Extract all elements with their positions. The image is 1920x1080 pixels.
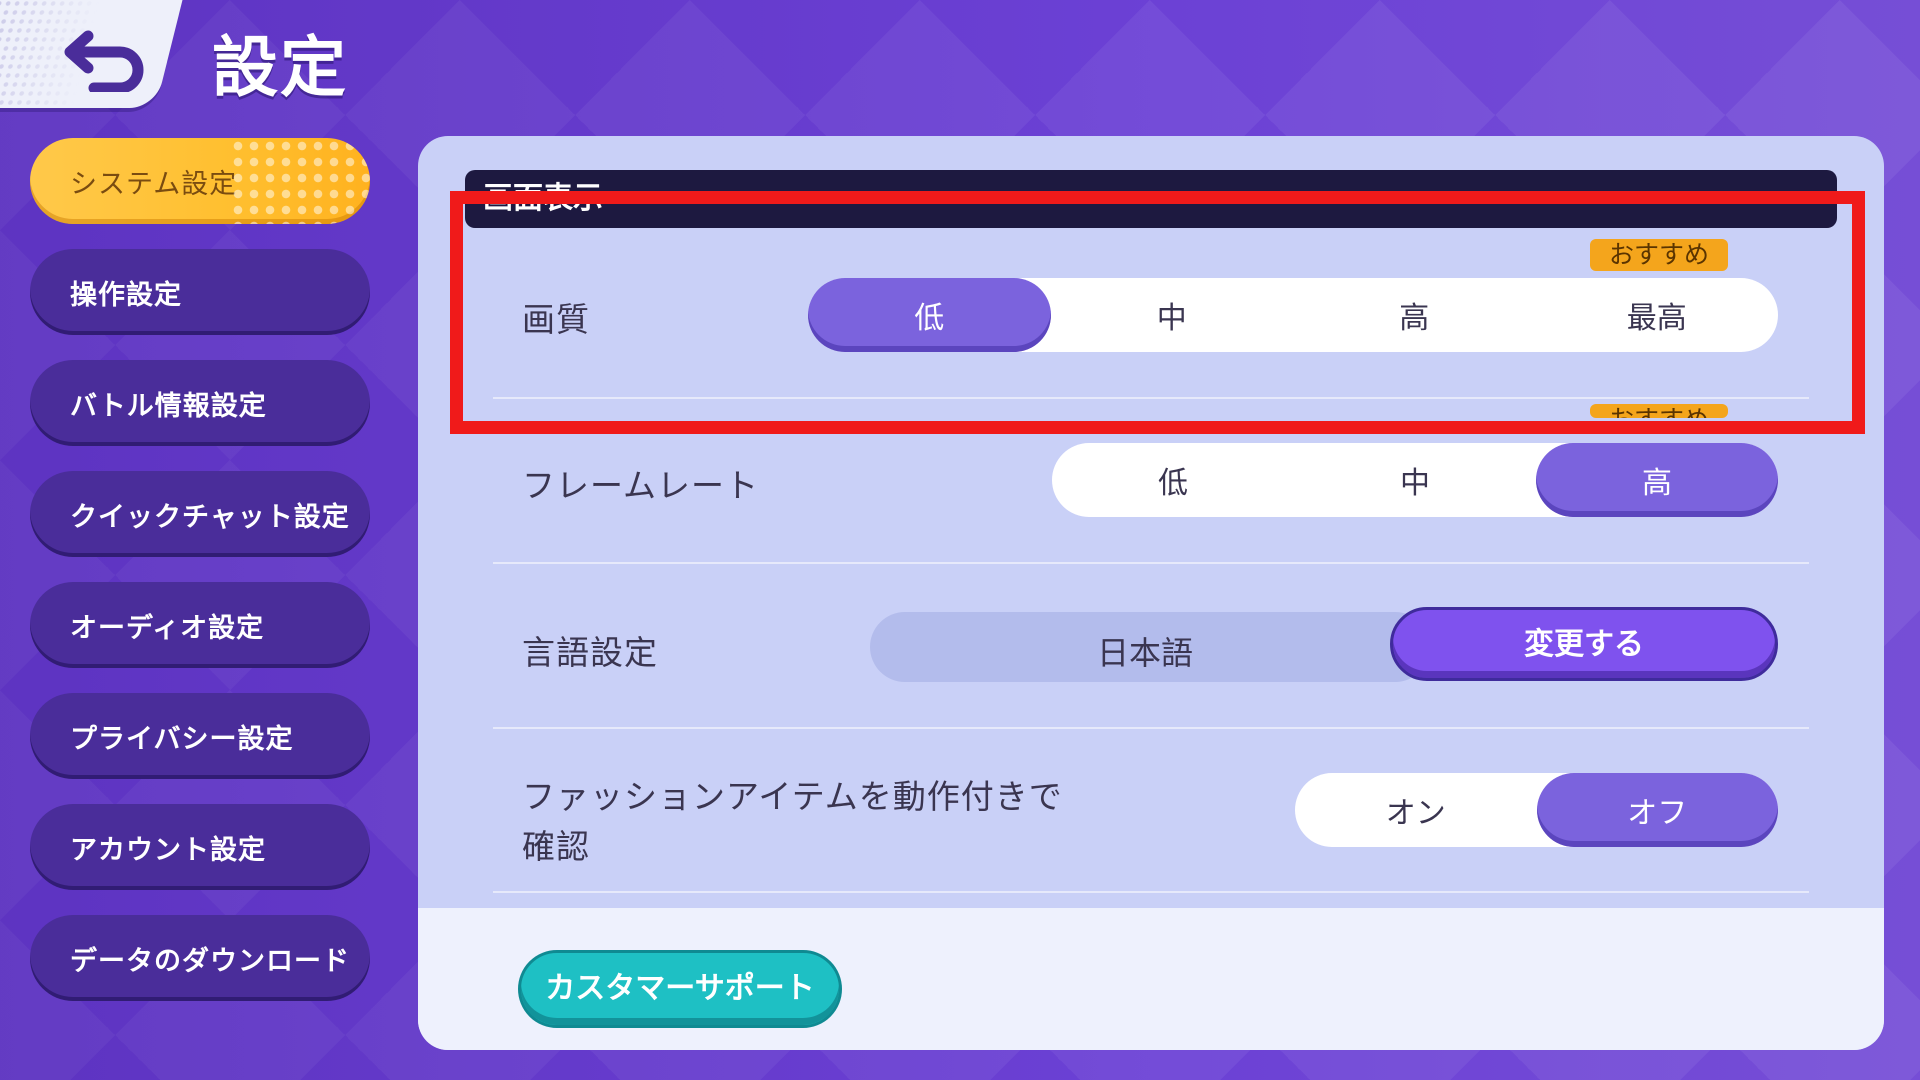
sidebar-item-quick-chat-settings[interactable]: クイックチャット設定 [30,471,370,557]
page-title: 設定 [212,29,348,106]
image-quality-option-highest[interactable]: 最高 [1536,278,1779,352]
sidebar-item-label: データのダウンロード [70,945,350,977]
sidebar-item-label: オーディオ設定 [70,612,265,644]
image-quality-option-medium[interactable]: 中 [1051,278,1294,352]
sidebar-item-label: 操作設定 [70,279,182,311]
sidebar-item-battle-info-settings[interactable]: バトル情報設定 [30,360,370,446]
fashion-preview-label-line2: 確認 [522,827,590,866]
settings-panel: 画面表示 [418,136,1884,1050]
back-arrow-icon[interactable] [58,22,158,92]
frame-rate-selector: 低 中 高 [1052,443,1778,517]
language-value: 日本語 [1096,634,1193,672]
sidebar-item-label: システム設定 [70,168,238,200]
fashion-preview-option-on[interactable]: オン [1295,773,1537,847]
sidebar-item-control-settings[interactable]: 操作設定 [30,249,370,335]
section-header: 画面表示 [465,170,1837,228]
recommended-badge: おすすめ [1590,239,1728,271]
sidebar-item-data-download[interactable]: データのダウンロード [30,915,370,1001]
image-quality-option-high[interactable]: 高 [1293,278,1536,352]
sidebar-item-audio-settings[interactable]: オーディオ設定 [30,582,370,668]
sidebar-item-account-settings[interactable]: アカウント設定 [30,804,370,890]
sidebar-item-label: アカウント設定 [70,834,266,866]
change-language-button[interactable]: 変更する [1390,607,1778,681]
frame-rate-option-high[interactable]: 高 [1536,443,1778,517]
sidebar-item-label: プライバシー設定 [70,723,294,755]
fashion-preview-toggle: オン オフ [1295,773,1778,847]
image-quality-option-low[interactable]: 低 [808,278,1051,352]
divider [493,891,1809,893]
fashion-preview-option-off[interactable]: オフ [1536,773,1778,847]
divider [493,562,1809,564]
language-label: 言語設定 [522,633,658,672]
frame-rate-label: フレームレート [522,466,760,505]
frame-rate-option-low[interactable]: 低 [1052,443,1294,517]
divider [493,397,1809,399]
fashion-preview-label: ファッションアイテムを動作付きで 確認 [522,770,1063,868]
sidebar-item-label: バトル情報設定 [70,390,267,422]
image-quality-selector: 低 中 高 最高 [808,278,1778,352]
divider [493,727,1809,729]
recommended-badge: おすすめ [1590,404,1728,418]
sidebar-item-privacy-settings[interactable]: プライバシー設定 [30,693,370,779]
customer-support-button[interactable]: カスタマーサポート [518,950,842,1028]
fashion-preview-label-line1: ファッションアイテムを動作付きで [522,777,1063,816]
sidebar-item-system-settings[interactable]: システム設定 [30,138,370,224]
frame-rate-option-medium[interactable]: 中 [1294,443,1536,517]
sidebar-item-label: クイックチャット設定 [70,501,350,533]
image-quality-label: 画質 [522,300,590,339]
sidebar: システム設定 操作設定 バトル情報設定 クイックチャット設定 オーディオ設定 プ… [30,138,370,1026]
